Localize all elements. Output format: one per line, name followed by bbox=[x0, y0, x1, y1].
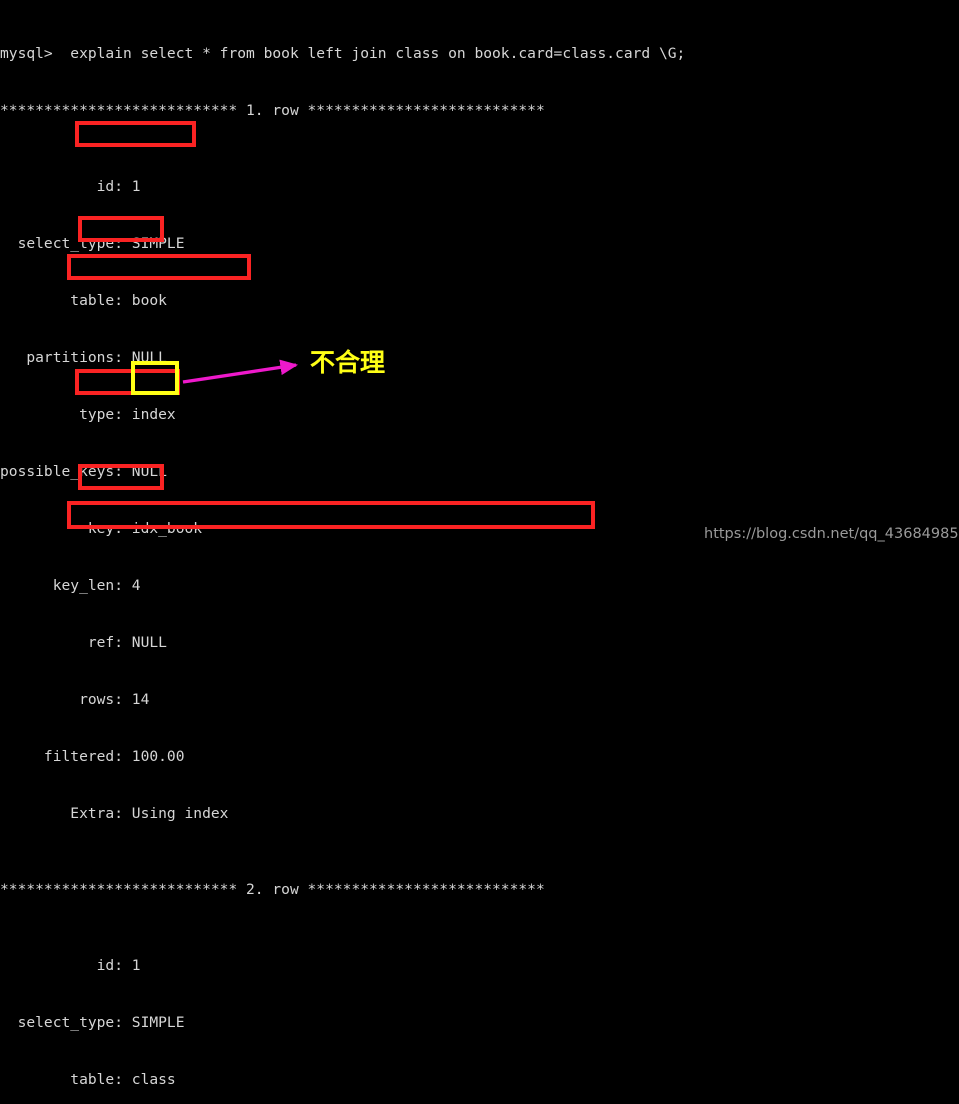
row1-field-ref: ref: NULL bbox=[0, 634, 167, 651]
row1-field-select-type: select_type: SIMPLE bbox=[0, 235, 185, 252]
row1-field-extra: Extra: Using index bbox=[0, 805, 229, 822]
prompt-line: mysql> explain select * from book left j… bbox=[0, 45, 686, 62]
row1-separator: *************************** 1. row *****… bbox=[0, 102, 545, 119]
row1-field-key: key: idx_book bbox=[0, 520, 203, 537]
row2-field-select-type: select_type: SIMPLE bbox=[0, 1014, 185, 1031]
mysql-terminal-window: mysql> explain select * from book left j… bbox=[0, 0, 959, 1088]
row1-field-partitions: partitions: NULL bbox=[0, 349, 167, 366]
row1-field-rows: rows: 14 bbox=[0, 691, 150, 708]
row1-field-type: type: index bbox=[0, 406, 176, 423]
row1-field-possible-keys: possible_keys: NULL bbox=[0, 463, 167, 480]
row2-field-id: id: 1 bbox=[0, 957, 141, 974]
row1-field-table: table: book bbox=[0, 292, 167, 309]
row2-separator: *************************** 2. row *****… bbox=[0, 881, 545, 898]
row1-field-id: id: 1 bbox=[0, 178, 141, 195]
console-output[interactable]: mysql> explain select * from book left j… bbox=[0, 0, 959, 1104]
row1-field-filtered: filtered: 100.00 bbox=[0, 748, 185, 765]
row1-field-key-len: key_len: 4 bbox=[0, 577, 141, 594]
row2-field-table: table: class bbox=[0, 1071, 176, 1088]
